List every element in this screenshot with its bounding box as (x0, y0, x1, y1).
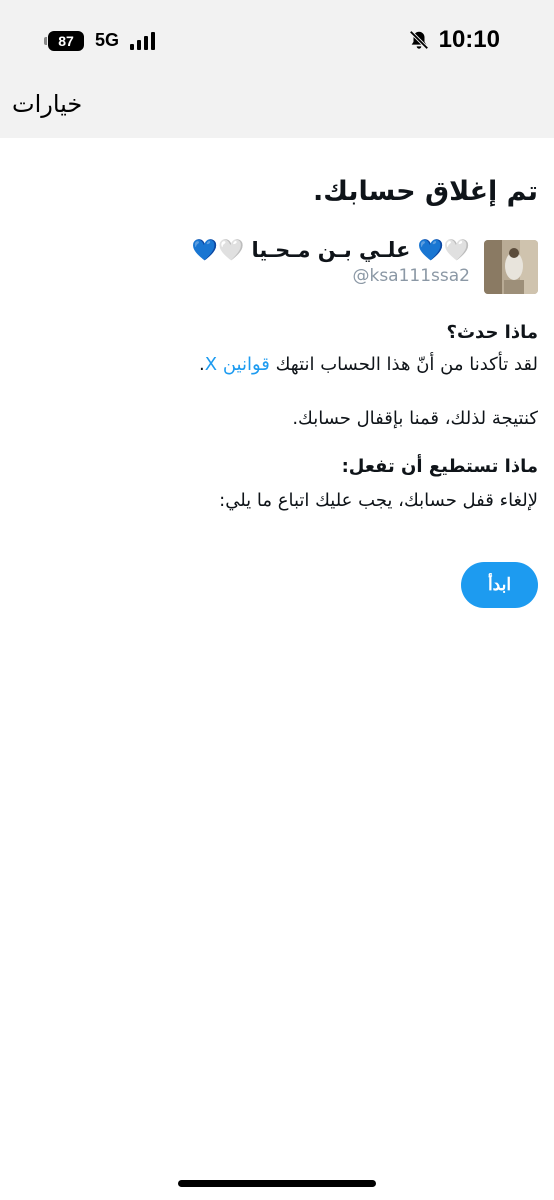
signal-bars-icon (130, 32, 155, 50)
what-happened-text: لقد تأكدنا من أنّ هذا الحساب انتهك قواني… (18, 354, 538, 375)
what-happened-heading: ماذا حدث؟ (446, 322, 538, 343)
page-title: تم إغلاق حسابك. (312, 176, 538, 207)
violation-text: لقد تأكدنا من أنّ هذا الحساب انتهك (275, 354, 538, 375)
options-button[interactable]: خيارات (12, 90, 82, 118)
unlock-instructions: لإلغاء قفل حسابك، يجب عليك اتباع ما يلي: (219, 490, 538, 511)
result-text: كنتيجة لذلك، قمنا بإقفال حسابك. (292, 408, 538, 429)
bell-slash-icon (409, 30, 429, 50)
nav-bar: خيارات (0, 80, 554, 138)
account-handle: @ksa111ssa2 (352, 266, 470, 286)
what-can-do-heading: ماذا تستطيع أن تفعل: (341, 456, 538, 477)
battery-level: 87 (48, 31, 84, 51)
home-indicator[interactable] (178, 1180, 376, 1187)
account-display-name: 🤍💙 علـي بـن مـحـيا 🤍💙 (191, 238, 470, 262)
start-button[interactable]: ابدأ (461, 562, 538, 608)
x-rules-link[interactable]: قوانين X (205, 354, 270, 375)
status-bar: 87 5G 10:10 (0, 0, 554, 80)
avatar (484, 240, 538, 294)
network-type: 5G (95, 30, 120, 50)
clock-time: 10:10 (438, 26, 500, 53)
battery-icon: 87 (44, 31, 88, 51)
